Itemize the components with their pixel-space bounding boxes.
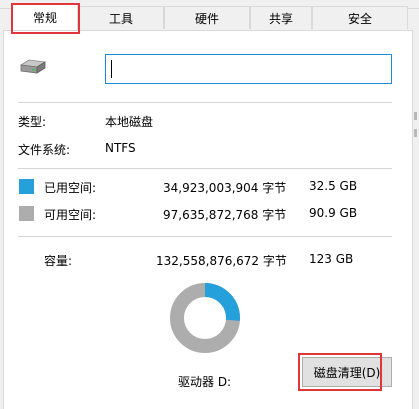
used-space-size: 32.5 GB [309, 179, 358, 193]
type-value: 本地磁盘 [105, 115, 154, 129]
used-space-swatch [19, 179, 34, 194]
drive-letter-label: 驱动器 D: [178, 375, 232, 389]
text-caret [111, 60, 112, 78]
separator [18, 236, 392, 237]
used-space-label: 已用空间: [44, 181, 97, 195]
capacity-size: 123 GB [309, 252, 354, 266]
separator [18, 168, 392, 169]
edge-mark [414, 129, 417, 137]
used-space-bytes: 34,923,003,904 字节 [163, 181, 287, 195]
capacity-label: 容量: [44, 254, 73, 268]
free-space-label: 可用空间: [44, 208, 97, 222]
disk-usage-chart [170, 283, 240, 353]
tab-general[interactable]: 常规 [12, 4, 78, 30]
tab-sharing-label: 共享 [268, 11, 293, 26]
tab-tools[interactable]: 工具 [78, 6, 164, 29]
disk-cleanup-button-label: 磁盘清理(D) [313, 365, 381, 380]
tab-tools-label: 工具 [108, 11, 133, 26]
drive-name-input[interactable] [105, 54, 392, 84]
tab-sharing[interactable]: 共享 [250, 6, 312, 29]
tab-security-label: 安全 [347, 11, 372, 26]
file-system-label: 文件系统: [18, 143, 71, 157]
tab-hardware[interactable]: 硬件 [164, 6, 250, 29]
drive-icon [19, 59, 46, 74]
tab-strip: 常规 工具 硬件 共享 安全 [0, 4, 419, 30]
tab-hardware-label: 硬件 [194, 11, 219, 26]
properties-dialog: 常规 工具 硬件 共享 安全 类型: 本地磁盘 文件系统: NTFS 已用空间:… [0, 0, 419, 409]
free-space-bytes: 97,635,872,768 字节 [163, 208, 287, 222]
type-label: 类型: [18, 115, 47, 129]
disk-cleanup-button[interactable]: 磁盘清理(D) [302, 357, 392, 387]
tab-general-label: 常规 [32, 11, 57, 25]
file-system-value: NTFS [105, 141, 136, 155]
used-space-arc [204, 283, 240, 321]
free-space-size: 90.9 GB [309, 206, 358, 220]
separator [18, 102, 392, 103]
tab-security[interactable]: 安全 [312, 6, 408, 29]
edge-mark [414, 112, 417, 120]
window-edge [413, 30, 419, 409]
capacity-bytes: 132,558,876,672 字节 [156, 254, 287, 268]
free-space-swatch [19, 206, 34, 221]
